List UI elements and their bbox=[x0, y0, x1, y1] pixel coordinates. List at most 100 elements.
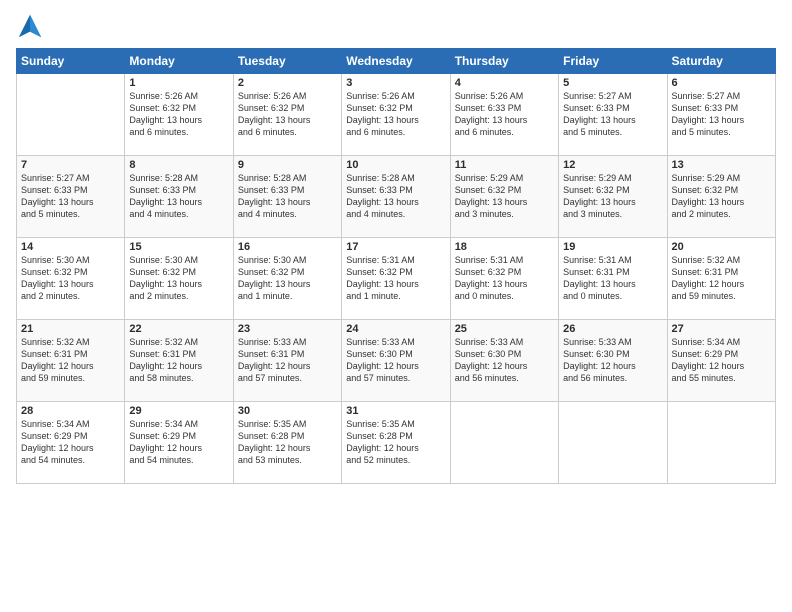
day-number: 29 bbox=[129, 405, 228, 417]
day-number: 18 bbox=[455, 241, 554, 253]
day-info: Sunrise: 5:29 AM Sunset: 6:32 PM Dayligh… bbox=[672, 172, 771, 221]
day-info: Sunrise: 5:32 AM Sunset: 6:31 PM Dayligh… bbox=[129, 336, 228, 385]
day-number: 20 bbox=[672, 241, 771, 253]
calendar-cell: 7Sunrise: 5:27 AM Sunset: 6:33 PM Daylig… bbox=[17, 156, 125, 238]
calendar-week-row: 7Sunrise: 5:27 AM Sunset: 6:33 PM Daylig… bbox=[17, 156, 776, 238]
calendar-week-row: 28Sunrise: 5:34 AM Sunset: 6:29 PM Dayli… bbox=[17, 402, 776, 484]
day-number: 16 bbox=[238, 241, 337, 253]
calendar-cell bbox=[17, 74, 125, 156]
day-number: 28 bbox=[21, 405, 120, 417]
calendar-cell bbox=[667, 402, 775, 484]
day-number: 22 bbox=[129, 323, 228, 335]
day-info: Sunrise: 5:28 AM Sunset: 6:33 PM Dayligh… bbox=[346, 172, 445, 221]
calendar-table: SundayMondayTuesdayWednesdayThursdayFrid… bbox=[16, 48, 776, 484]
day-info: Sunrise: 5:28 AM Sunset: 6:33 PM Dayligh… bbox=[238, 172, 337, 221]
day-info: Sunrise: 5:32 AM Sunset: 6:31 PM Dayligh… bbox=[21, 336, 120, 385]
day-info: Sunrise: 5:31 AM Sunset: 6:32 PM Dayligh… bbox=[346, 254, 445, 303]
calendar-cell: 25Sunrise: 5:33 AM Sunset: 6:30 PM Dayli… bbox=[450, 320, 558, 402]
calendar-cell bbox=[559, 402, 667, 484]
day-number: 5 bbox=[563, 77, 662, 89]
column-header-wednesday: Wednesday bbox=[342, 49, 450, 74]
day-info: Sunrise: 5:34 AM Sunset: 6:29 PM Dayligh… bbox=[672, 336, 771, 385]
day-number: 15 bbox=[129, 241, 228, 253]
day-number: 13 bbox=[672, 159, 771, 171]
day-info: Sunrise: 5:29 AM Sunset: 6:32 PM Dayligh… bbox=[455, 172, 554, 221]
calendar-cell: 18Sunrise: 5:31 AM Sunset: 6:32 PM Dayli… bbox=[450, 238, 558, 320]
calendar-cell: 21Sunrise: 5:32 AM Sunset: 6:31 PM Dayli… bbox=[17, 320, 125, 402]
day-info: Sunrise: 5:31 AM Sunset: 6:31 PM Dayligh… bbox=[563, 254, 662, 303]
column-header-friday: Friday bbox=[559, 49, 667, 74]
calendar-cell: 24Sunrise: 5:33 AM Sunset: 6:30 PM Dayli… bbox=[342, 320, 450, 402]
calendar-week-row: 14Sunrise: 5:30 AM Sunset: 6:32 PM Dayli… bbox=[17, 238, 776, 320]
page: SundayMondayTuesdayWednesdayThursdayFrid… bbox=[0, 0, 792, 612]
calendar-cell: 8Sunrise: 5:28 AM Sunset: 6:33 PM Daylig… bbox=[125, 156, 233, 238]
day-info: Sunrise: 5:26 AM Sunset: 6:33 PM Dayligh… bbox=[455, 90, 554, 139]
calendar-cell: 16Sunrise: 5:30 AM Sunset: 6:32 PM Dayli… bbox=[233, 238, 341, 320]
calendar-cell: 30Sunrise: 5:35 AM Sunset: 6:28 PM Dayli… bbox=[233, 402, 341, 484]
day-number: 9 bbox=[238, 159, 337, 171]
day-number: 8 bbox=[129, 159, 228, 171]
day-number: 26 bbox=[563, 323, 662, 335]
column-header-monday: Monday bbox=[125, 49, 233, 74]
calendar-header-row: SundayMondayTuesdayWednesdayThursdayFrid… bbox=[17, 49, 776, 74]
day-info: Sunrise: 5:33 AM Sunset: 6:31 PM Dayligh… bbox=[238, 336, 337, 385]
day-info: Sunrise: 5:27 AM Sunset: 6:33 PM Dayligh… bbox=[672, 90, 771, 139]
calendar-cell: 26Sunrise: 5:33 AM Sunset: 6:30 PM Dayli… bbox=[559, 320, 667, 402]
calendar-cell: 1Sunrise: 5:26 AM Sunset: 6:32 PM Daylig… bbox=[125, 74, 233, 156]
column-header-sunday: Sunday bbox=[17, 49, 125, 74]
day-number: 25 bbox=[455, 323, 554, 335]
calendar-cell: 29Sunrise: 5:34 AM Sunset: 6:29 PM Dayli… bbox=[125, 402, 233, 484]
column-header-saturday: Saturday bbox=[667, 49, 775, 74]
day-number: 14 bbox=[21, 241, 120, 253]
day-number: 11 bbox=[455, 159, 554, 171]
calendar-cell: 19Sunrise: 5:31 AM Sunset: 6:31 PM Dayli… bbox=[559, 238, 667, 320]
calendar-week-row: 21Sunrise: 5:32 AM Sunset: 6:31 PM Dayli… bbox=[17, 320, 776, 402]
day-number: 6 bbox=[672, 77, 771, 89]
day-info: Sunrise: 5:27 AM Sunset: 6:33 PM Dayligh… bbox=[21, 172, 120, 221]
day-info: Sunrise: 5:31 AM Sunset: 6:32 PM Dayligh… bbox=[455, 254, 554, 303]
calendar-cell: 9Sunrise: 5:28 AM Sunset: 6:33 PM Daylig… bbox=[233, 156, 341, 238]
calendar-cell: 31Sunrise: 5:35 AM Sunset: 6:28 PM Dayli… bbox=[342, 402, 450, 484]
column-header-tuesday: Tuesday bbox=[233, 49, 341, 74]
day-info: Sunrise: 5:28 AM Sunset: 6:33 PM Dayligh… bbox=[129, 172, 228, 221]
day-number: 24 bbox=[346, 323, 445, 335]
calendar-cell: 17Sunrise: 5:31 AM Sunset: 6:32 PM Dayli… bbox=[342, 238, 450, 320]
day-info: Sunrise: 5:34 AM Sunset: 6:29 PM Dayligh… bbox=[129, 418, 228, 467]
calendar-cell: 2Sunrise: 5:26 AM Sunset: 6:32 PM Daylig… bbox=[233, 74, 341, 156]
column-header-thursday: Thursday bbox=[450, 49, 558, 74]
calendar-cell: 11Sunrise: 5:29 AM Sunset: 6:32 PM Dayli… bbox=[450, 156, 558, 238]
day-number: 21 bbox=[21, 323, 120, 335]
day-number: 30 bbox=[238, 405, 337, 417]
day-info: Sunrise: 5:30 AM Sunset: 6:32 PM Dayligh… bbox=[21, 254, 120, 303]
day-info: Sunrise: 5:26 AM Sunset: 6:32 PM Dayligh… bbox=[238, 90, 337, 139]
logo-icon bbox=[16, 12, 44, 40]
day-number: 31 bbox=[346, 405, 445, 417]
day-info: Sunrise: 5:26 AM Sunset: 6:32 PM Dayligh… bbox=[129, 90, 228, 139]
calendar-cell: 4Sunrise: 5:26 AM Sunset: 6:33 PM Daylig… bbox=[450, 74, 558, 156]
day-info: Sunrise: 5:34 AM Sunset: 6:29 PM Dayligh… bbox=[21, 418, 120, 467]
day-info: Sunrise: 5:35 AM Sunset: 6:28 PM Dayligh… bbox=[238, 418, 337, 467]
calendar-cell: 13Sunrise: 5:29 AM Sunset: 6:32 PM Dayli… bbox=[667, 156, 775, 238]
calendar-cell: 15Sunrise: 5:30 AM Sunset: 6:32 PM Dayli… bbox=[125, 238, 233, 320]
header bbox=[16, 12, 776, 40]
day-number: 2 bbox=[238, 77, 337, 89]
day-number: 23 bbox=[238, 323, 337, 335]
calendar-cell: 12Sunrise: 5:29 AM Sunset: 6:32 PM Dayli… bbox=[559, 156, 667, 238]
calendar-cell: 10Sunrise: 5:28 AM Sunset: 6:33 PM Dayli… bbox=[342, 156, 450, 238]
day-info: Sunrise: 5:30 AM Sunset: 6:32 PM Dayligh… bbox=[129, 254, 228, 303]
day-number: 12 bbox=[563, 159, 662, 171]
calendar-cell: 3Sunrise: 5:26 AM Sunset: 6:32 PM Daylig… bbox=[342, 74, 450, 156]
day-number: 1 bbox=[129, 77, 228, 89]
day-number: 19 bbox=[563, 241, 662, 253]
day-number: 27 bbox=[672, 323, 771, 335]
day-info: Sunrise: 5:32 AM Sunset: 6:31 PM Dayligh… bbox=[672, 254, 771, 303]
calendar-cell: 22Sunrise: 5:32 AM Sunset: 6:31 PM Dayli… bbox=[125, 320, 233, 402]
day-info: Sunrise: 5:30 AM Sunset: 6:32 PM Dayligh… bbox=[238, 254, 337, 303]
day-number: 7 bbox=[21, 159, 120, 171]
day-info: Sunrise: 5:29 AM Sunset: 6:32 PM Dayligh… bbox=[563, 172, 662, 221]
day-number: 4 bbox=[455, 77, 554, 89]
calendar-cell: 14Sunrise: 5:30 AM Sunset: 6:32 PM Dayli… bbox=[17, 238, 125, 320]
day-info: Sunrise: 5:26 AM Sunset: 6:32 PM Dayligh… bbox=[346, 90, 445, 139]
calendar-week-row: 1Sunrise: 5:26 AM Sunset: 6:32 PM Daylig… bbox=[17, 74, 776, 156]
day-info: Sunrise: 5:35 AM Sunset: 6:28 PM Dayligh… bbox=[346, 418, 445, 467]
